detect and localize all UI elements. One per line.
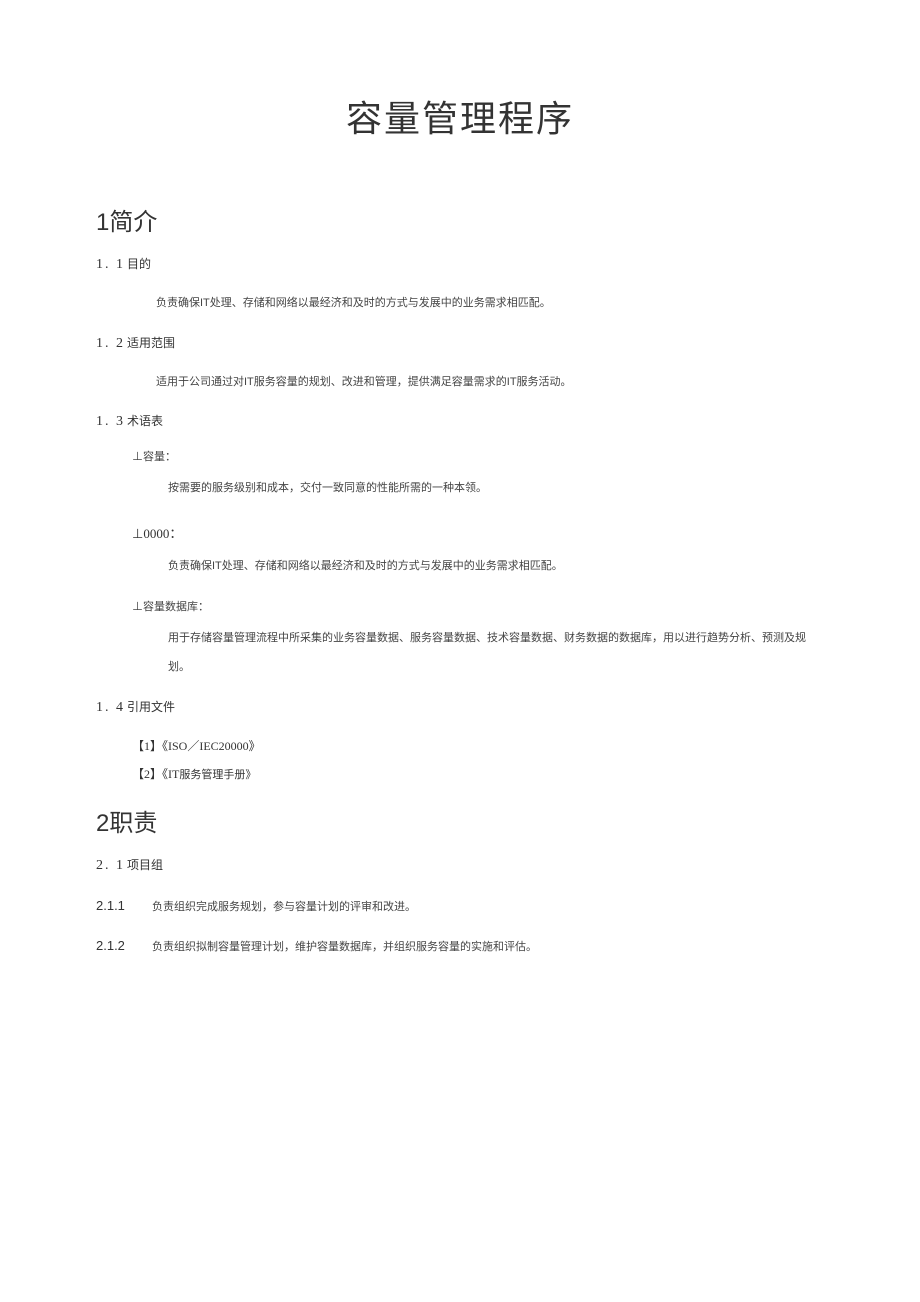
section-num: 1. 3 — [96, 414, 125, 429]
section-1-2-text: 适用于公司通过对IT服务容量的规划、改进和管理，提供满足容量需求的IT服务活动。 — [156, 368, 824, 397]
item-text: 负责组织完成服务规划，参与容量计划的评审和改进。 — [152, 898, 416, 914]
section-1-1-heading: 1. 1目的 — [96, 255, 824, 273]
term-1-label: ⊥容量： — [132, 448, 824, 464]
section-label: 术语表 — [127, 414, 163, 428]
section-1-1-text: 负责确保IT处理、存储和网络以最经济和及时的方式与发展中的业务需求相匹配。 — [156, 289, 824, 318]
section-1-heading: 1简介 — [96, 202, 824, 237]
term-2-def: 负责确保IT处理、存储和网络以最经济和及时的方式与发展中的业务需求相匹配。 — [168, 552, 824, 581]
doc-title: 容量管理程序 — [96, 90, 824, 142]
term-3-label: ⊥容量数据库： — [132, 598, 824, 614]
section-label: 目的 — [127, 257, 151, 271]
item-2-1-2: 2.1.2 负责组织拟制容量管理计划，维护容量数据库，并组织服务容量的实施和评估… — [96, 938, 824, 954]
ref-2: 【2】《IT服务管理手册》 — [132, 760, 824, 789]
term-1-def: 按需要的服务级别和成本，交付一致同意的性能所需的一种本领。 — [168, 474, 824, 503]
section-1-3-heading: 1. 3术语表 — [96, 412, 824, 430]
section-1-4-heading: 1. 4引用文件 — [96, 698, 824, 716]
term-2-label: ⊥0000： — [132, 523, 824, 542]
section-2-1-heading: 2. 1项目组 — [96, 856, 824, 874]
section-num: 1. 2 — [96, 336, 125, 351]
item-num: 2.1.2 — [96, 938, 152, 953]
section-num: 1. 1 — [96, 257, 125, 272]
section-2-heading: 2职责 — [96, 803, 824, 838]
section-label: 适用范围 — [127, 336, 175, 350]
ref-1: 【1】《ISO／IEC20000》 — [132, 732, 824, 761]
item-2-1-1: 2.1.1 负责组织完成服务规划，参与容量计划的评审和改进。 — [96, 898, 824, 914]
item-text: 负责组织拟制容量管理计划，维护容量数据库，并组织服务容量的实施和评估。 — [152, 938, 537, 954]
ref-2-a: 【2】《IT — [132, 767, 179, 781]
section-1-2-heading: 1. 2适用范围 — [96, 334, 824, 352]
item-num: 2.1.1 — [96, 898, 152, 913]
ref-2-b: 服务管理手册》 — [179, 769, 256, 781]
section-num: 2. 1 — [96, 858, 125, 873]
section-label: 引用文件 — [127, 700, 175, 714]
section-num: 1. 4 — [96, 700, 125, 715]
section-label: 项目组 — [127, 858, 163, 872]
term-3-def: 用于存储容量管理流程中所采集的业务容量数据、服务容量数据、技术容量数据、财务数据… — [168, 624, 824, 681]
